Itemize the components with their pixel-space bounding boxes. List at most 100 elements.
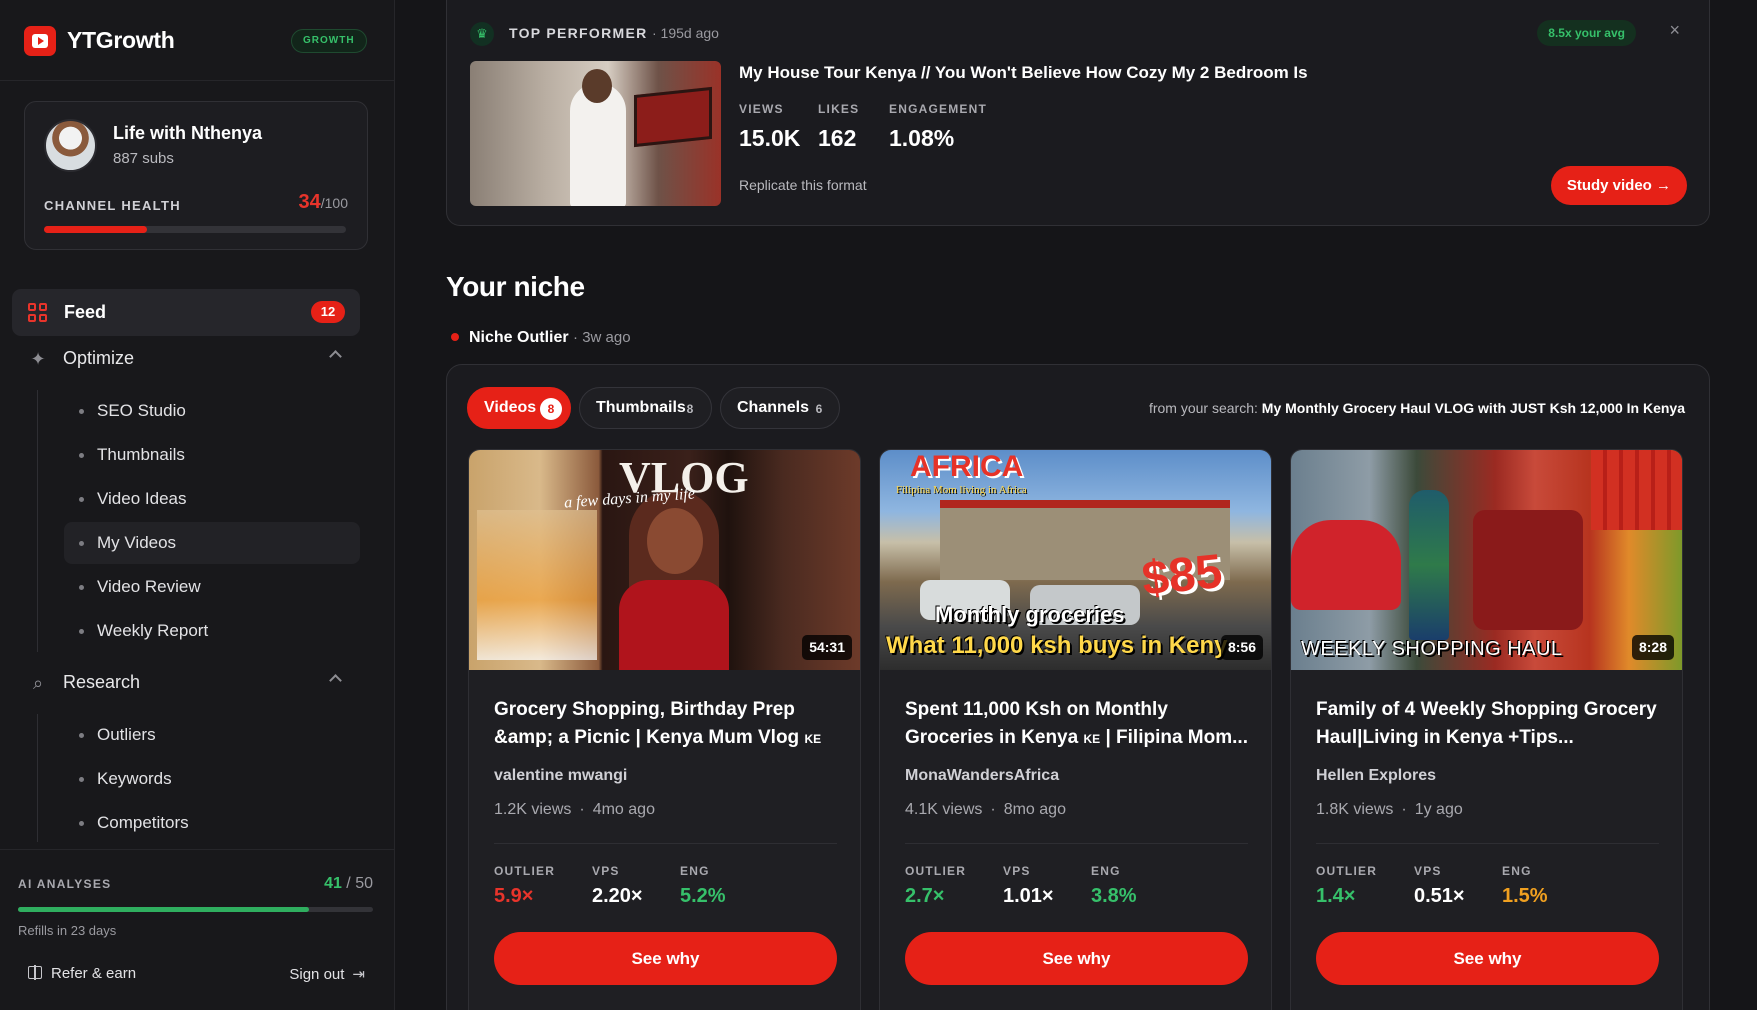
stat-value: 15.0K [739, 125, 801, 151]
top-performer-card: ♛ TOP PERFORMER · 195d ago 8.5x your avg… [446, 0, 1710, 226]
health-progress-bar [44, 226, 346, 233]
metric-label: OUTLIER [905, 864, 967, 878]
sign-out-icon: ⇥ [352, 966, 365, 983]
sidebar-item-weekly-report[interactable]: Weekly Report [64, 610, 360, 652]
top-performer-title[interactable]: My House Tour Kenya // You Won't Believe… [739, 63, 1308, 83]
video-thumbnail[interactable]: VLOG a few days in my life 54:31 [469, 450, 860, 670]
sidebar-item-label: Competitors [97, 813, 189, 832]
metric-value: 2.20× [592, 885, 643, 907]
video-channel[interactable]: MonaWandersAfrica [905, 767, 1059, 785]
video-title[interactable]: Spent 11,000 Ksh on Monthly Groceries in… [905, 696, 1250, 753]
gift-icon [28, 965, 42, 980]
sidebar-section-research[interactable]: ⌕ Research [12, 664, 360, 704]
thumbnail-text: WEEKLY SHOPPING HAUL [1301, 638, 1563, 660]
video-title-text: Grocery Shopping, Birthday Prep &amp; a … [494, 699, 800, 748]
refer-earn-label: Refer & earn [51, 965, 137, 982]
tab-thumbnails[interactable]: Thumbnails 8 [579, 387, 712, 429]
video-card[interactable]: WEEKLY SHOPPING HAUL 8:28 Family of 4 We… [1290, 449, 1683, 1010]
stat-value: 1.08% [889, 125, 955, 151]
sidebar-item-thumbnails[interactable]: Thumbnails [64, 434, 360, 476]
video-thumbnail[interactable]: WEEKLY SHOPPING HAUL 8:28 [1291, 450, 1682, 670]
plan-badge: GROWTH [291, 29, 367, 53]
stat-label: VIEWS [739, 102, 784, 116]
video-thumbnail[interactable]: AFRICA Filipina Mom living in Africa Mon… [880, 450, 1271, 670]
avg-multiplier-badge: 8.5x your avg [1537, 20, 1636, 46]
metric-value: 1.01× [1003, 885, 1054, 907]
thumbnail-text: Filipina Mom living in Africa [896, 484, 1027, 496]
sidebar-item-label: SEO Studio [97, 401, 186, 420]
search-prefix: from your search: [1148, 400, 1262, 416]
youtube-logo-icon[interactable] [24, 26, 56, 56]
see-why-button[interactable]: See why [905, 932, 1248, 985]
video-duration: 8:56 [1220, 635, 1263, 660]
sidebar: YTGrowth GROWTH Life with Nthenya 887 su… [0, 0, 395, 1010]
health-progress-fill [44, 226, 147, 233]
metric-outlier: OUTLIER 5.9× [494, 864, 555, 908]
metric-label: VPS [592, 864, 620, 878]
channel-card[interactable]: Life with Nthenya 887 subs CHANNEL HEALT… [24, 101, 368, 250]
tab-videos[interactable]: Videos 8 [467, 387, 571, 429]
metric-eng: ENG 3.8% [1091, 864, 1137, 908]
sidebar-item-video-ideas[interactable]: Video Ideas [64, 478, 360, 520]
sidebar-item-seo-studio[interactable]: SEO Studio [64, 390, 360, 432]
refill-note: Refills in 23 days [18, 923, 117, 938]
video-title-tail: | Filipina Mom... [1105, 727, 1248, 748]
metric-value: 2.7× [905, 885, 945, 907]
refer-earn-link[interactable]: Refer & earn [28, 965, 136, 982]
sidebar-item-outliers[interactable]: Outliers [64, 714, 360, 756]
tab-label: Thumbnails [596, 399, 686, 416]
sign-out-label: Sign out [289, 966, 345, 983]
sparkles-icon: ✦ [30, 349, 46, 369]
ai-analyses-count: 41 / 50 [324, 875, 373, 893]
video-title[interactable]: Grocery Shopping, Birthday Prep &amp; a … [494, 696, 839, 753]
sidebar-item-competitors[interactable]: Competitors [64, 802, 360, 844]
sidebar-item-video-review[interactable]: Video Review [64, 566, 360, 608]
video-meta: 1.2K views · 4mo ago [494, 801, 655, 818]
thumbnail-text: AFRICA [910, 450, 1024, 483]
health-score-max: /100 [320, 195, 348, 211]
stat-likes: LIKES 162 [818, 102, 859, 152]
see-why-button[interactable]: See why [494, 932, 837, 985]
tab-channels[interactable]: Channels 6 [720, 387, 840, 429]
stat-label: ENGAGEMENT [889, 102, 988, 116]
see-why-button[interactable]: See why [1316, 932, 1659, 985]
brand-name[interactable]: YTGrowth [67, 27, 175, 54]
sidebar-item-label: Video Review [97, 577, 201, 596]
ai-sep: / [341, 875, 356, 892]
metric-eng: ENG 1.5% [1502, 864, 1548, 908]
stat-label: LIKES [818, 102, 860, 116]
sidebar-section-optimize[interactable]: ✦ Optimize [12, 340, 360, 380]
close-icon[interactable]: × [1669, 20, 1680, 41]
metric-vps: VPS 1.01× [1003, 864, 1054, 908]
niche-panel: Videos 8 Thumbnails 8 Channels 6 from yo… [446, 364, 1710, 1010]
top-performer-thumbnail[interactable] [470, 61, 721, 206]
chevron-up-icon[interactable] [329, 350, 342, 363]
study-video-button[interactable]: Study video → [1550, 166, 1687, 205]
flag-icon: KE [1083, 732, 1101, 746]
video-channel[interactable]: Hellen Explores [1316, 767, 1436, 785]
chevron-up-icon[interactable] [329, 674, 342, 687]
metric-label: OUTLIER [494, 864, 556, 878]
video-card[interactable]: AFRICA Filipina Mom living in Africa Mon… [879, 449, 1272, 1010]
app: YTGrowth GROWTH Life with Nthenya 887 su… [0, 0, 1757, 1010]
ai-analyses-panel: AI ANALYSES 41 / 50 Refills in 23 days R… [0, 849, 395, 1010]
video-card[interactable]: VLOG a few days in my life 54:31 Grocery… [468, 449, 861, 1010]
ai-total: 50 [355, 875, 373, 892]
sidebar-item-label: Keywords [97, 769, 172, 788]
telescope-icon: ⌕ [32, 673, 44, 693]
sidebar-item-feed[interactable]: Feed 12 [12, 289, 360, 336]
sign-out-link[interactable]: Sign out ⇥ [289, 965, 365, 983]
video-channel[interactable]: valentine mwangi [494, 767, 627, 785]
metric-value: 5.2% [680, 885, 726, 907]
video-age: 8mo ago [1003, 801, 1066, 818]
sidebar-item-my-videos[interactable]: My Videos [64, 522, 360, 564]
sidebar-item-keywords[interactable]: Keywords [64, 758, 360, 800]
sidebar-item-label: Outliers [97, 725, 156, 744]
grid-icon [28, 303, 47, 322]
video-meta: 4.1K views · 8mo ago [905, 801, 1066, 818]
video-title[interactable]: Family of 4 Weekly Shopping Grocery Haul… [1316, 696, 1661, 752]
niche-outlier-tag: Niche Outlier · 3w ago [451, 329, 631, 347]
metric-outlier: OUTLIER 1.4× [1316, 864, 1377, 908]
channel-name: Life with Nthenya [113, 123, 263, 143]
health-score-value: 34 [298, 191, 321, 213]
